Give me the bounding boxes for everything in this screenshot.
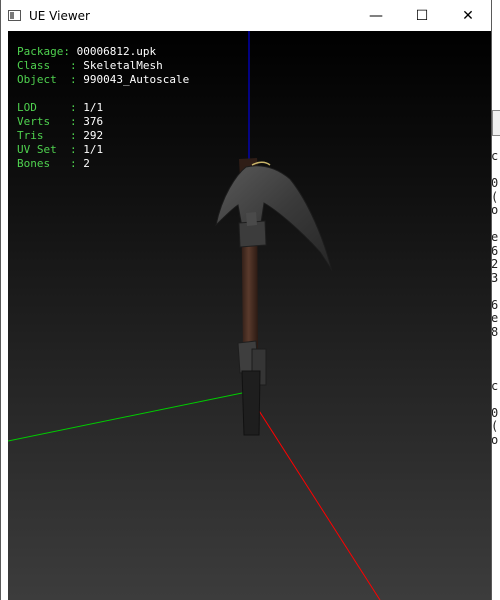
window-title: UE Viewer	[29, 8, 90, 23]
background-text-fragment: (	[491, 190, 499, 204]
info-row-info_bottom-4: Bones : 2	[17, 157, 189, 171]
close-button[interactable]: ✕	[445, 0, 491, 31]
minimize-icon: —	[369, 7, 383, 24]
info-label: Verts :	[17, 115, 84, 128]
app-window-icon	[8, 10, 21, 21]
info-label: Object :	[17, 73, 84, 86]
background-text-fragment: 0	[491, 406, 499, 420]
background-text-fragment: c	[491, 150, 499, 163]
info-label: Package:	[17, 45, 77, 58]
info-label: Class :	[17, 59, 84, 72]
background-text-fragment: 8	[491, 325, 499, 339]
ue-viewer-window: UE Viewer — ☐ ✕ Package: 00006812.upk Cl…	[0, 0, 492, 600]
info-value: 376	[83, 115, 104, 128]
info-row-info_bottom-3: UV Set : 1/1	[17, 143, 189, 157]
minimize-button[interactable]: —	[353, 0, 399, 31]
info-value: 00006812.upk	[76, 45, 157, 58]
background-text-fragment: e	[491, 312, 499, 325]
maximize-button[interactable]: ☐	[399, 0, 445, 31]
background-text-fragment: (	[491, 420, 499, 433]
info-value: 2	[83, 157, 90, 170]
title-bar[interactable]: UE Viewer — ☐ ✕	[1, 0, 491, 31]
info-row-info_bottom-2: Tris : 292	[17, 129, 189, 143]
info-value: 292	[83, 129, 104, 142]
info-row-info_bottom-1: Verts : 376	[17, 115, 189, 129]
info-row-info_top-1: Class : SkeletalMesh	[17, 59, 189, 73]
info-label: UV Set :	[17, 143, 84, 156]
info-row-info_top-0: Package: 00006812.upk	[17, 45, 189, 59]
background-text-fragment: 6	[491, 298, 499, 312]
info-row-info_bottom-0: LOD : 1/1	[17, 101, 189, 115]
info-label: LOD :	[17, 101, 84, 114]
background-window-scroll	[492, 110, 500, 136]
background-text-fragment: c	[491, 379, 499, 393]
3d-viewport[interactable]: Package: 00006812.upk Class : SkeletalMes…	[8, 31, 491, 600]
close-icon: ✕	[462, 7, 474, 24]
axis-x-line	[246, 391, 381, 600]
info-row-info_top-2: Object : 990043_Autoscale	[17, 73, 189, 87]
info-value: SkeletalMesh	[83, 59, 163, 72]
background-text-fragment: o	[491, 433, 499, 447]
window-controls: — ☐ ✕	[353, 0, 491, 31]
info-label: Tris :	[17, 129, 84, 142]
background-text-fragment: 6	[491, 244, 499, 258]
background-text-fragment: o	[491, 204, 499, 217]
mesh-info-overlay: Package: 00006812.upk Class : SkeletalMes…	[17, 45, 189, 171]
axis-y-line	[8, 391, 248, 442]
background-text-fragment: e	[491, 231, 499, 244]
background-text-fragment: 2	[491, 258, 499, 271]
pickaxe-head	[215, 165, 333, 272]
info-value: 1/1	[83, 143, 104, 156]
background-text-fragment: 0	[491, 177, 499, 190]
info-value: 990043_Autoscale	[83, 73, 190, 86]
info-value: 1/1	[83, 101, 104, 114]
background-text-fragment: 3	[491, 271, 499, 285]
maximize-icon: ☐	[415, 7, 429, 24]
info-label: Bones :	[17, 157, 84, 170]
